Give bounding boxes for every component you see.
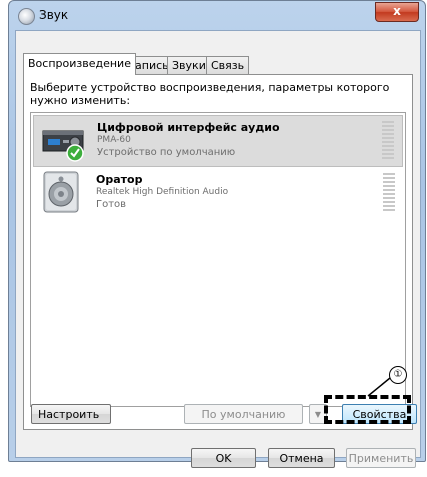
- title-bar[interactable]: Звук x: [9, 1, 425, 29]
- device-model: PMA-60: [97, 135, 131, 145]
- set-default-button[interactable]: По умолчанию: [184, 404, 303, 424]
- configure-button[interactable]: Настроить: [31, 404, 111, 424]
- speaker-app-icon: [18, 8, 35, 25]
- speaker-icon: [43, 171, 79, 213]
- tab-playback[interactable]: Воспроизведение: [23, 53, 136, 75]
- device-status: Устройство по умолчанию: [97, 147, 236, 158]
- cancel-button[interactable]: Отмена: [268, 448, 335, 468]
- tab-sounds[interactable]: Звуки: [167, 56, 211, 74]
- device-name: Оратор: [96, 173, 143, 186]
- close-button[interactable]: x: [375, 2, 419, 22]
- receiver-icon: [42, 130, 84, 162]
- device-list[interactable]: Цифровой интерфейс аудио PMA-60 Устройст…: [30, 112, 406, 407]
- volume-meter: [383, 173, 395, 213]
- device-item-speaker[interactable]: Оратор Realtek High Definition Audio Гот…: [33, 168, 403, 220]
- callout-number: ①: [389, 366, 407, 384]
- device-status: Готов: [96, 199, 127, 210]
- device-name: Цифровой интерфейс аудио: [97, 121, 280, 134]
- ok-button[interactable]: OK: [191, 448, 256, 468]
- window-title: Звук: [39, 8, 69, 22]
- tab-communications[interactable]: Связь: [206, 56, 250, 74]
- device-model: Realtek High Definition Audio: [96, 187, 229, 197]
- device-item-digital-audio[interactable]: Цифровой интерфейс аудио PMA-60 Устройст…: [33, 115, 403, 167]
- playback-panel: Выберите устройство воспроизведения, пар…: [23, 74, 413, 430]
- volume-meter: [382, 121, 394, 161]
- instruction-text: Выберите устройство воспроизведения, пар…: [30, 81, 390, 107]
- apply-button[interactable]: Применить: [346, 448, 416, 468]
